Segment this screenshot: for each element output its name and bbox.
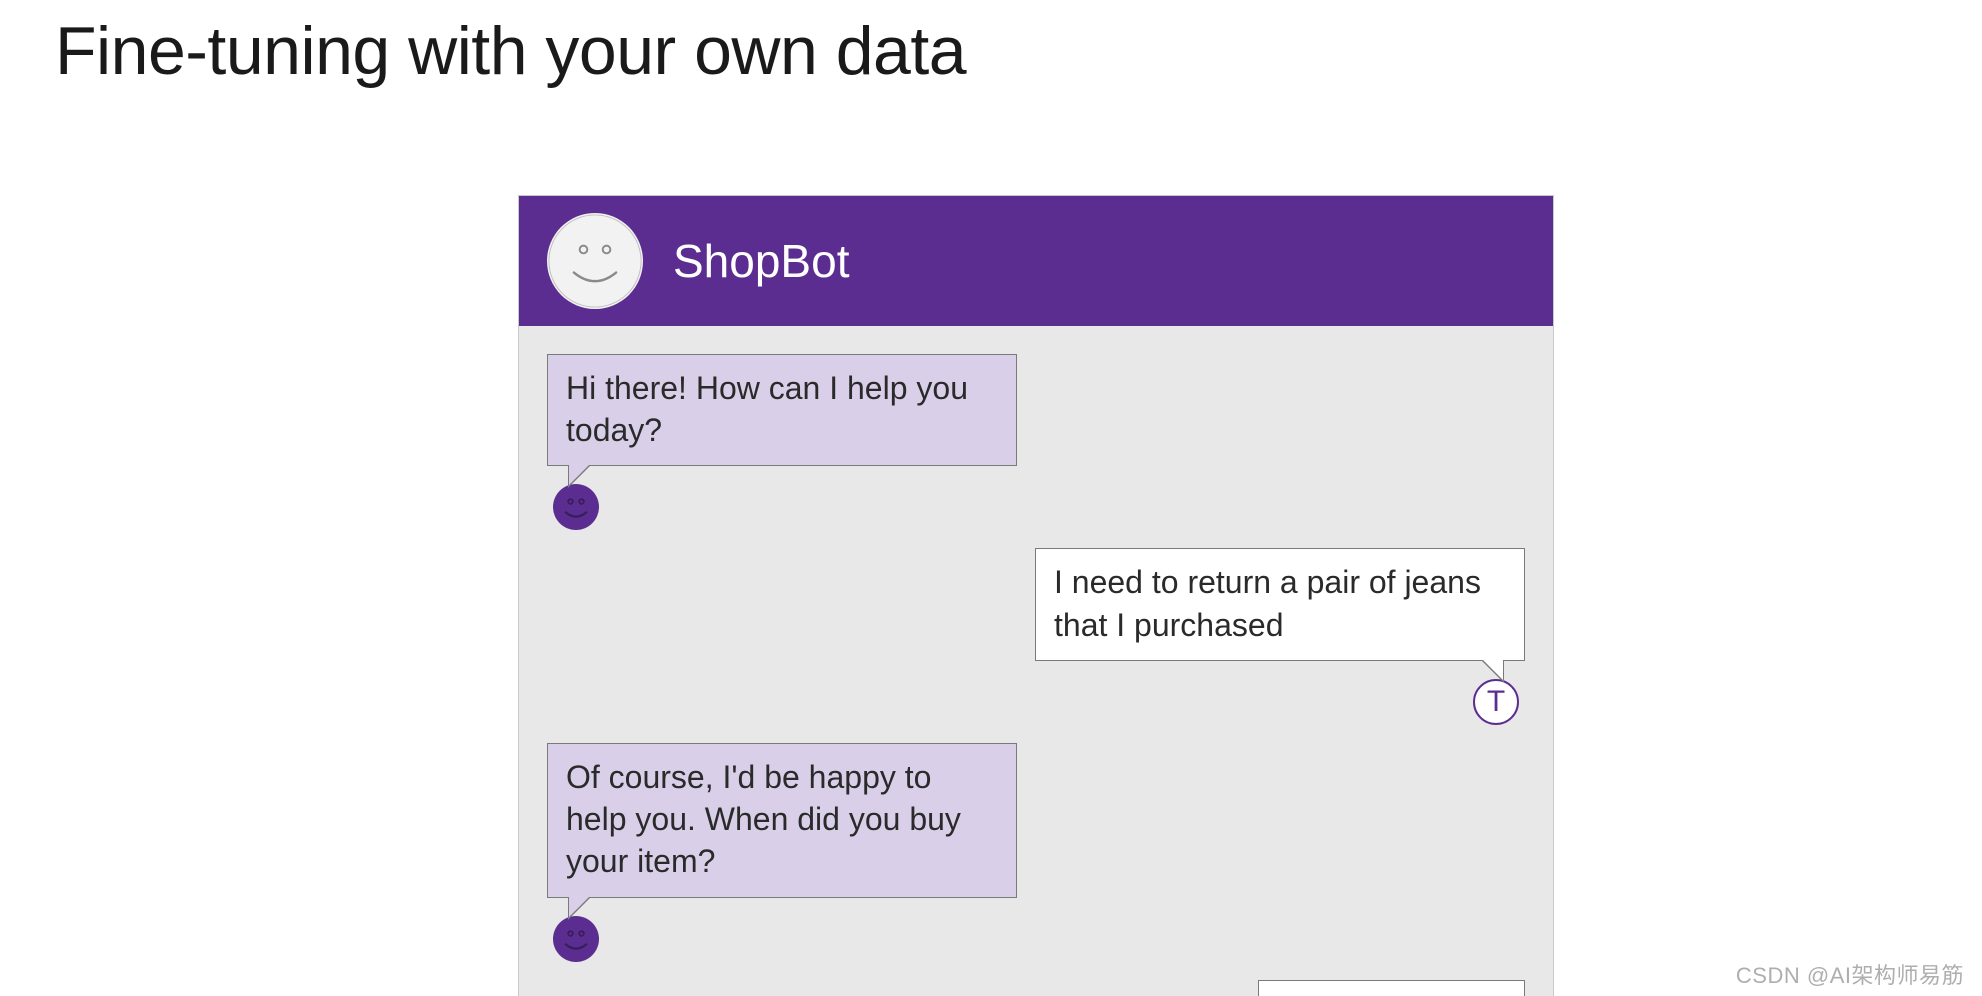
bot-message-bubble: Hi there! How can I help you today? (547, 354, 1017, 466)
slide-title: Fine-tuning with your own data (55, 12, 966, 90)
smiley-face-icon (553, 484, 599, 530)
smiley-face-icon (547, 213, 643, 309)
bot-avatar-large (547, 213, 643, 309)
chat-title: ShopBot (673, 234, 849, 288)
user-message-bubble: I need to return a pair of jeans that I … (1035, 548, 1525, 660)
bot-avatar-small (553, 484, 599, 530)
user-message-bubble: Two weeks ago. (1258, 980, 1525, 996)
message-row: I need to return a pair of jeans that I … (547, 548, 1525, 724)
bot-message-bubble: Of course, I'd be happy to help you. Whe… (547, 743, 1017, 898)
chat-body: Hi there! How can I help you today? I ne… (519, 326, 1553, 996)
user-avatar-small: T (1473, 679, 1519, 725)
watermark-text: CSDN @AI架构师易筋 (1736, 958, 1964, 990)
message-row: Hi there! How can I help you today? (547, 354, 1525, 530)
bot-avatar-small (553, 916, 599, 962)
message-row: Of course, I'd be happy to help you. Whe… (547, 743, 1525, 962)
chat-window: ShopBot Hi there! How can I help you tod… (518, 195, 1554, 996)
smiley-face-icon (553, 916, 599, 962)
chat-header: ShopBot (519, 196, 1553, 326)
message-row: Two weeks ago. T (547, 980, 1525, 996)
